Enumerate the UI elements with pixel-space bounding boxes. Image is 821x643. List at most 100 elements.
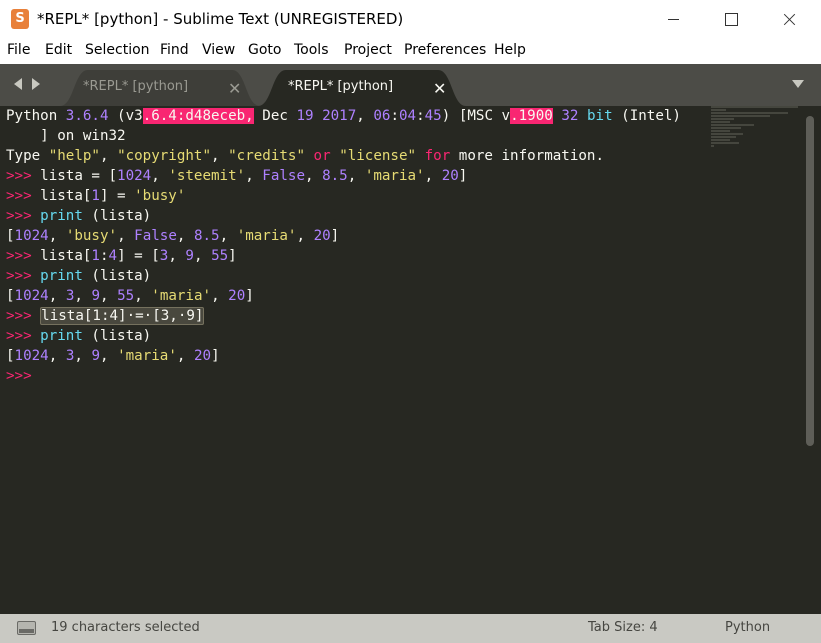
menu-edit[interactable]: Edit — [45, 42, 72, 58]
code-token: ] — [330, 228, 340, 244]
minimap-line — [711, 115, 770, 117]
menu-help[interactable]: Help — [494, 42, 526, 58]
tab-size-selector[interactable]: Tab Size: 4 — [588, 620, 658, 635]
tab-close-icon[interactable]: ✕ — [433, 79, 446, 98]
minimap-line — [711, 130, 730, 132]
menu-project[interactable]: Project — [344, 42, 392, 58]
menu-goto[interactable]: Goto — [248, 42, 281, 58]
minimap-line — [711, 139, 730, 141]
repl-prompt: >>> — [6, 308, 32, 324]
code-token: ] — [245, 288, 254, 304]
code-token: 3.6.4 — [65, 108, 109, 124]
code-token: (v3 — [108, 108, 143, 124]
code-token: .1900 — [510, 108, 553, 124]
status-bar: 19 characters selected Tab Size: 4 Pytho… — [0, 614, 821, 643]
code-token: .6.4:d48eceb, — [142, 108, 254, 124]
code-token: print — [40, 208, 83, 224]
menu-view[interactable]: View — [202, 42, 235, 58]
tab-label: *REPL* [python] — [83, 79, 189, 94]
maximize-button[interactable] — [708, 0, 754, 38]
code-token: print — [40, 268, 83, 284]
code-token: 20 — [193, 348, 212, 364]
tab-bar: *REPL* [python] ✕ *REPL* [python] ✕ — [0, 64, 821, 106]
scrollbar-thumb[interactable] — [806, 116, 814, 446]
tab-repl-python-inactive[interactable]: *REPL* [python] ✕ — [60, 70, 260, 106]
code-line: [1024, 'busy', False, 8.5, 'maria', 20] — [6, 226, 681, 246]
code-line: >>> lista[1:4] = [3, 9, 55] — [6, 246, 681, 266]
code-token: 8.5 — [193, 228, 220, 244]
code-line: >>> — [6, 366, 681, 386]
code-token: lista = [ — [31, 168, 118, 184]
code-token: 04 — [399, 108, 417, 124]
code-token: , — [219, 228, 237, 244]
code-token: "credits" — [228, 148, 305, 164]
minimap-line — [711, 145, 714, 147]
code-token: , — [151, 168, 169, 184]
menu-find[interactable]: Find — [160, 42, 189, 58]
code-token: [ — [6, 228, 15, 244]
code-editor[interactable]: Python 3.6.4 (v3.6.4:d48eceb, Dec 19 201… — [0, 106, 821, 614]
selection-status: 19 characters selected — [51, 620, 200, 635]
chevron-right-icon[interactable] — [32, 78, 40, 90]
minimap-line — [711, 106, 798, 108]
code-token: ) [MSC v — [441, 108, 511, 124]
code-token: 20 — [228, 288, 246, 304]
menu-preferences[interactable]: Preferences — [404, 42, 486, 58]
minimap[interactable] — [711, 106, 799, 147]
minimap-line — [711, 121, 730, 123]
repl-prompt: >>> — [6, 208, 32, 224]
syntax-selector[interactable]: Python — [725, 620, 770, 635]
minimap-line — [711, 133, 743, 135]
code-line: >>> print (lista) — [6, 266, 681, 286]
code-token: , — [100, 288, 118, 304]
code-token: False — [262, 168, 305, 184]
code-token: , — [347, 168, 365, 184]
minimize-button[interactable] — [650, 0, 696, 38]
code-token: lista[ — [31, 188, 92, 204]
code-token: 19 — [296, 108, 314, 124]
menu-tools[interactable]: Tools — [294, 42, 329, 58]
code-token: : — [390, 108, 399, 124]
code-token: , — [48, 288, 66, 304]
code-token: , — [48, 228, 66, 244]
code-token: False — [134, 228, 177, 244]
code-line: Python 3.6.4 (v3.6.4:d48eceb, Dec 19 201… — [6, 106, 681, 126]
code-token: , — [168, 248, 186, 264]
code-token: , — [117, 228, 135, 244]
chevron-left-icon[interactable] — [14, 78, 22, 90]
menu-file[interactable]: File — [7, 42, 30, 58]
code-token: 9 — [91, 348, 100, 364]
tab-repl-python-active[interactable]: *REPL* [python] ✕ — [258, 70, 466, 106]
code-token: : — [416, 108, 425, 124]
close-window-button[interactable] — [765, 0, 811, 38]
code-token: Dec — [253, 108, 297, 124]
minimap-line — [711, 136, 736, 138]
code-token: 'busy' — [65, 228, 118, 244]
code-token: more information. — [450, 148, 604, 164]
repl-prompt: >>> — [6, 368, 32, 384]
code-token: 06 — [373, 108, 391, 124]
code-line: [1024, 3, 9, 55, 'maria', 20] — [6, 286, 681, 306]
code-token: 1 — [91, 248, 100, 264]
menu-selection[interactable]: Selection — [85, 42, 150, 58]
code-line: >>> lista[1] = 'busy' — [6, 186, 681, 206]
code-line: ] on win32 — [6, 126, 681, 146]
code-token: 'maria' — [151, 288, 212, 304]
selected-text: lista[1:4]·=·[3,·9] — [40, 307, 205, 325]
code-token: : — [99, 248, 109, 264]
code-token: ] = [ — [117, 248, 160, 264]
code-token: or — [313, 148, 331, 164]
chevron-down-icon[interactable] — [792, 80, 804, 88]
tab-close-icon[interactable]: ✕ — [228, 79, 241, 98]
panel-toggle-icon[interactable] — [17, 621, 36, 635]
code-token: 55 — [211, 248, 229, 264]
code-line: >>> lista[1:4]·=·[3,·9] — [6, 306, 681, 326]
code-token: 1024 — [14, 348, 49, 364]
repl-prompt: >>> — [6, 188, 32, 204]
code-token: ] — [228, 248, 237, 264]
code-token: , — [99, 148, 118, 164]
title-bar: S *REPL* [python] - Sublime Text (UNREGI… — [0, 0, 821, 38]
code-token: ] — [458, 168, 468, 184]
code-token: 9 — [185, 248, 194, 264]
